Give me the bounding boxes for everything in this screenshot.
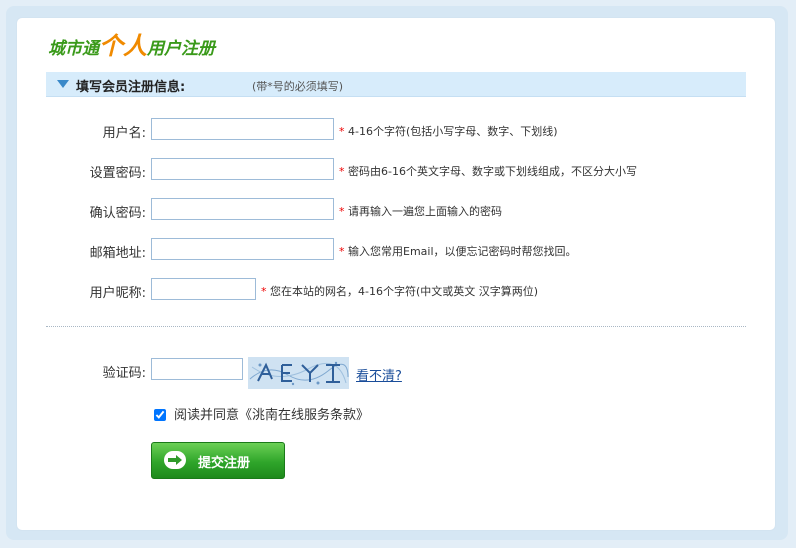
row-confirm-password: 确认密码: * 请再输入一遍您上面输入的密码 xyxy=(0,198,796,222)
password-input[interactable] xyxy=(151,158,334,180)
nickname-hint-text: 您在本站的网名，4-16个字符(中文或英文 汉字算两位) xyxy=(270,285,539,298)
title-prefix: 城市通 xyxy=(48,39,99,59)
username-hint: * 4-16个字符(包括小写字母、数字、下划线) xyxy=(339,123,558,139)
captcha-label: 验证码: xyxy=(102,366,146,381)
email-input[interactable] xyxy=(151,238,334,260)
row-username: 用户名: * 4-16个字符(包括小写字母、数字、下划线) xyxy=(0,118,796,142)
triangle-down-icon xyxy=(57,80,69,88)
password-hint-text: 密码由6-16个英文字母、数字或下划线组成，不区分大小写 xyxy=(348,165,637,178)
nickname-input[interactable] xyxy=(151,278,256,300)
confirm-password-hint-text: 请再输入一遍您上面输入的密码 xyxy=(348,205,502,218)
confirm-password-hint: * 请再输入一遍您上面输入的密码 xyxy=(339,203,502,219)
username-label: 用户名: xyxy=(102,126,146,141)
password-hint: * 密码由6-16个英文字母、数字或下划线组成，不区分大小写 xyxy=(339,163,637,179)
username-hint-text: 4-16个字符(包括小写字母、数字、下划线) xyxy=(348,125,558,138)
title-suffix: 用户注册 xyxy=(147,39,215,59)
title-highlight: 个人 xyxy=(99,32,147,60)
captcha-refresh-link[interactable]: 看不清? xyxy=(356,365,402,384)
agree-terms: 阅读并同意《洮南在线服务条款》 xyxy=(154,404,369,423)
row-nickname: 用户昵称: * 您在本站的网名，4-16个字符(中文或英文 汉字算两位) xyxy=(0,278,796,302)
email-hint-text: 输入您常用Email，以便忘记密码时帮您找回。 xyxy=(348,245,577,258)
divider xyxy=(46,326,746,327)
submit-label: 提交注册 xyxy=(198,455,251,470)
agree-label: 阅读并同意《洮南在线服务条款》 xyxy=(174,408,370,423)
page-title: 城市通个人用户注册 xyxy=(48,26,215,60)
required-star: * xyxy=(339,245,345,258)
username-input[interactable] xyxy=(151,118,334,140)
password-label: 设置密码: xyxy=(89,166,146,181)
arrow-right-icon xyxy=(164,451,186,469)
required-star: * xyxy=(339,125,345,138)
row-email: 邮箱地址: * 输入您常用Email，以便忘记密码时帮您找回。 xyxy=(0,238,796,262)
captcha-image[interactable] xyxy=(248,357,349,389)
required-star: * xyxy=(339,205,345,218)
nickname-label: 用户昵称: xyxy=(89,286,146,301)
row-password: 设置密码: * 密码由6-16个英文字母、数字或下划线组成，不区分大小写 xyxy=(0,158,796,182)
required-star: * xyxy=(339,165,345,178)
section-heading: 填写会员注册信息: xyxy=(76,80,186,95)
submit-button[interactable]: 提交注册 xyxy=(151,442,285,479)
required-star: * xyxy=(261,285,267,298)
confirm-password-input[interactable] xyxy=(151,198,334,220)
section-header: 填写会员注册信息: (带*号的必须填写) xyxy=(46,72,746,97)
section-note: (带*号的必须填写) xyxy=(252,80,344,93)
captcha-input[interactable] xyxy=(151,358,243,380)
email-hint: * 输入您常用Email，以便忘记密码时帮您找回。 xyxy=(339,243,577,259)
confirm-password-label: 确认密码: xyxy=(89,206,146,221)
agree-checkbox[interactable] xyxy=(154,409,166,421)
nickname-hint: * 您在本站的网名，4-16个字符(中文或英文 汉字算两位) xyxy=(261,283,538,299)
email-label: 邮箱地址: xyxy=(89,246,146,261)
